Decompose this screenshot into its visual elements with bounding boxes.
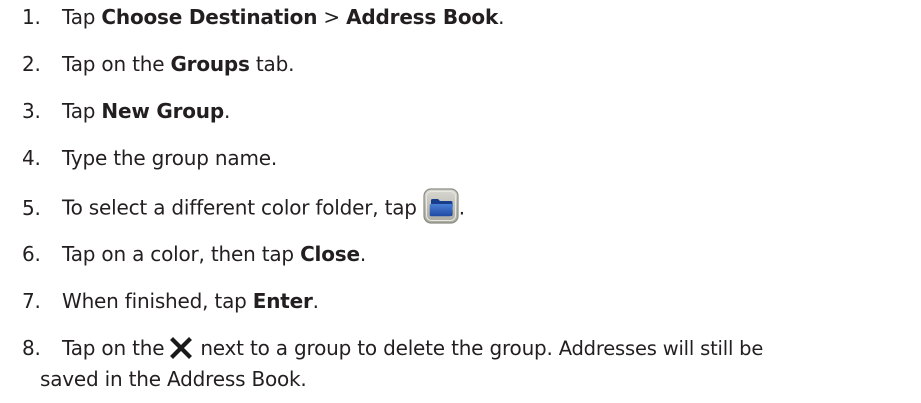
x-icon: [170, 336, 193, 359]
close-term: Close: [300, 242, 360, 266]
folder-icon: [423, 188, 459, 224]
step-8: 8. Tap on the next to a group to delete t…: [22, 333, 763, 394]
step-number: 8.: [22, 336, 41, 360]
step-1: 1. Tap Choose Destination > Address Book.: [22, 2, 504, 32]
step-number: 7.: [22, 289, 41, 313]
new-group-term: New Group: [101, 99, 224, 123]
step-4: 4. Type the group name.: [22, 143, 277, 173]
step-8-continuation: saved in the Address Book.: [40, 367, 307, 391]
step-number: 2.: [22, 52, 41, 76]
address-book-term: Address Book: [346, 5, 499, 29]
groups-term: Groups: [170, 52, 250, 76]
step-number: 5.: [22, 195, 41, 220]
step-number: 1.: [22, 5, 41, 29]
enter-term: Enter: [252, 289, 313, 313]
step-2: 2. Tap on the Groups tab.: [22, 49, 294, 79]
step-number: 4.: [22, 146, 41, 170]
step-6: 6. Tap on a color, then tap Close.: [22, 239, 366, 269]
step-7: 7. When finished, tap Enter.: [22, 286, 319, 316]
choose-destination-term: Choose Destination: [101, 5, 318, 29]
step-number: 6.: [22, 242, 41, 266]
step-5: 5. To select a different color folder, ta…: [22, 188, 465, 227]
step-3: 3. Tap New Group.: [22, 96, 230, 126]
step-number: 3.: [22, 99, 41, 123]
